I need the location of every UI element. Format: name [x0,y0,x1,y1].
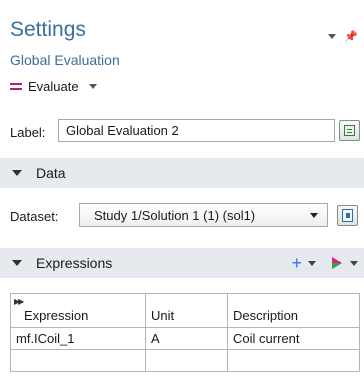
evaluate-button[interactable]: Evaluate [10,79,97,94]
chevron-down-icon[interactable] [350,260,358,266]
data-section-title: Data [36,165,66,181]
form-icon [344,125,355,136]
label-caption: Label: [10,125,46,140]
label-row: Label: [0,115,364,145]
chevron-down-icon[interactable] [328,34,337,39]
expressions-section-title: Expressions [36,255,113,271]
node-type-title: Global Evaluation [10,52,120,68]
go-to-source-button[interactable] [337,205,358,226]
table-header-row: ▶▶ Expression Unit Description [10,293,360,328]
expressions-toolbar: + [291,248,358,278]
dataset-selected-value: Study 1/Solution 1 (1) (sol1) [94,207,256,223]
go-to-source-icon [342,209,353,222]
play-arrow-icon[interactable] [332,257,344,269]
column-header-description[interactable]: Description [227,293,360,328]
chevron-down-icon[interactable] [88,84,97,89]
dataset-row: Dataset: Study 1/Solution 1 (1) (sol1) [0,200,364,230]
fast-forward-icon: ▶▶ [14,297,24,306]
chevron-down-icon[interactable] [308,260,316,266]
table-cell-expression[interactable]: mf.ICoil_1 [10,327,146,350]
collapse-triangle-icon [12,170,22,176]
equals-icon [10,82,22,91]
dataset-select[interactable]: Study 1/Solution 1 (1) (sol1) [79,203,328,227]
label-settings-button[interactable] [339,120,360,141]
table-cell-unit[interactable]: A [145,327,228,350]
pin-icon[interactable]: 📌 [344,30,358,43]
table-row[interactable]: mf.ICoil_1 A Coil current [10,327,360,350]
table-cell-unit[interactable] [145,349,228,372]
settings-header: Settings 📌 Global Evaluation Evaluate [0,0,364,110]
plus-icon[interactable]: + [291,254,302,272]
page-title: Settings [10,18,86,41]
dataset-caption: Dataset: [10,209,59,224]
table-cell-expression[interactable] [10,349,146,372]
column-header-unit[interactable]: Unit [145,293,228,328]
table-row[interactable] [10,349,360,372]
expressions-section-header[interactable]: Expressions + [0,248,364,278]
expressions-table: ▶▶ Expression Unit Description mf.ICoil_… [10,293,360,372]
dropdown-caret-icon [310,213,318,218]
column-header-expression[interactable]: ▶▶ Expression [10,293,146,328]
window-controls: 📌 [328,30,358,43]
data-section-header[interactable]: Data [0,158,364,188]
evaluate-label: Evaluate [28,79,79,94]
collapse-triangle-icon [12,260,22,266]
label-input[interactable] [58,119,335,142]
table-cell-description[interactable] [227,349,360,372]
table-cell-description[interactable]: Coil current [227,327,360,350]
